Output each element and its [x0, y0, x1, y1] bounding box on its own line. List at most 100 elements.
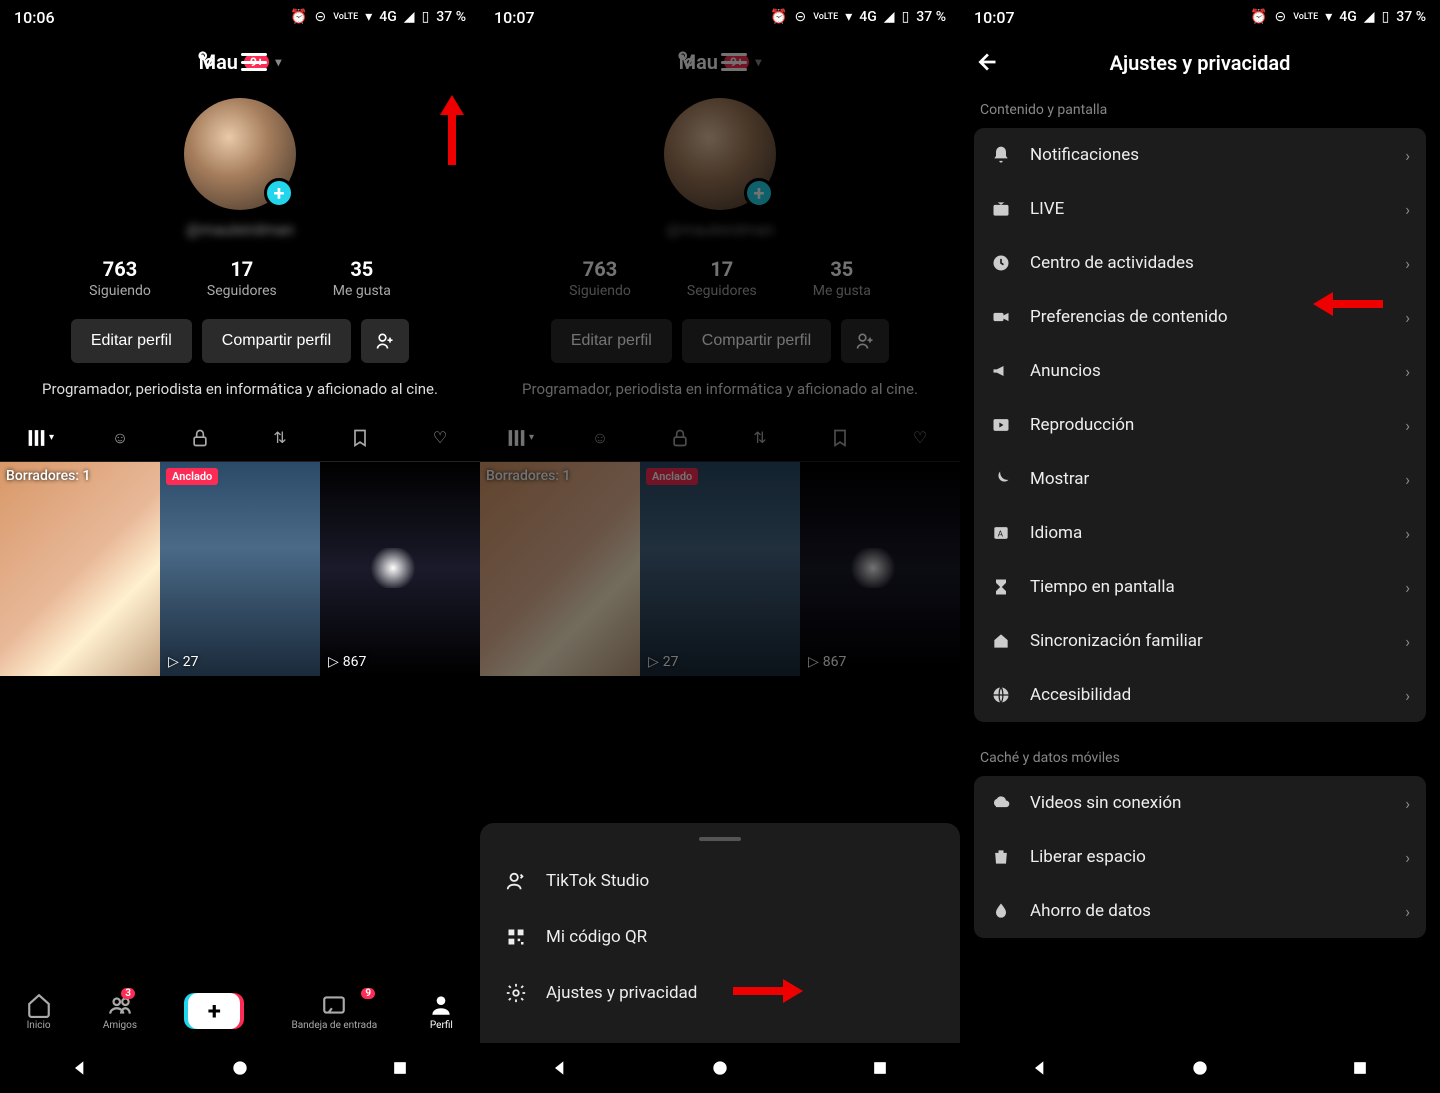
- video-grid: Borradores: 1 Anclado▷ 27 ▷ 867: [480, 462, 960, 676]
- video-item[interactable]: ▷ 867: [320, 462, 480, 676]
- video-item[interactable]: Anclado ▷ 27: [160, 462, 320, 676]
- nav-create[interactable]: +: [188, 993, 240, 1029]
- trash-icon: [990, 846, 1012, 868]
- stat-likes[interactable]: 35Me gusta: [813, 257, 871, 299]
- android-recent[interactable]: [390, 1058, 410, 1078]
- settings-group-content: Notificaciones › LIVE › Centro de activi…: [974, 128, 1426, 722]
- tab-bookmark-icon[interactable]: [346, 424, 374, 452]
- chevron-right-icon: ›: [1405, 848, 1410, 867]
- chevron-right-icon: ›: [1405, 308, 1410, 327]
- nav-inbox[interactable]: 9 Bandeja de entrada: [291, 992, 377, 1031]
- chevron-right-icon: ›: [1405, 254, 1410, 273]
- signal-icon: ◢: [884, 9, 895, 25]
- nav-friends[interactable]: 3 Amigos: [103, 992, 137, 1031]
- settings-row-freespace[interactable]: Liberar espacio ›: [974, 830, 1426, 884]
- stat-following[interactable]: 763Siguiendo: [569, 257, 631, 299]
- sheet-label: TikTok Studio: [546, 871, 649, 891]
- settings-row-offline[interactable]: Videos sin conexión ›: [974, 776, 1426, 830]
- clock-icon: [990, 252, 1012, 274]
- nav-profile[interactable]: Perfil: [428, 992, 454, 1031]
- share-profile-button[interactable]: Compartir perfil: [202, 319, 351, 363]
- video-drafts[interactable]: Borradores: 1: [0, 462, 160, 676]
- android-back[interactable]: [70, 1058, 90, 1078]
- android-home[interactable]: [1190, 1058, 1210, 1078]
- android-nav: [0, 1043, 480, 1093]
- tab-sticker-icon[interactable]: ☺: [586, 424, 614, 452]
- status-time: 10:06: [14, 8, 55, 27]
- edit-profile-button[interactable]: Editar perfil: [551, 319, 672, 363]
- settings-row-language[interactable]: A Idioma ›: [974, 506, 1426, 560]
- menu-button[interactable]: [721, 53, 747, 71]
- tab-grid[interactable]: ▾: [26, 424, 54, 452]
- inbox-icon: [321, 992, 347, 1018]
- tab-heart-icon[interactable]: ♡: [906, 424, 934, 452]
- avatar[interactable]: +: [184, 98, 296, 210]
- studio-icon: [504, 869, 528, 893]
- add-story-icon[interactable]: +: [264, 178, 294, 208]
- footprint-icon[interactable]: [673, 47, 699, 77]
- stat-following[interactable]: 763 Siguiendo: [89, 257, 151, 299]
- tab-sticker-icon[interactable]: ☺: [106, 424, 134, 452]
- avatar[interactable]: +: [664, 98, 776, 210]
- settings-row-ads[interactable]: Anuncios ›: [974, 344, 1426, 398]
- settings-row-display[interactable]: Mostrar ›: [974, 452, 1426, 506]
- username-handle: @mauleirdman: [186, 220, 294, 239]
- bottom-nav: Inicio 3 Amigos + 9 Bandeja de entrada P…: [0, 979, 480, 1043]
- settings-row-live[interactable]: LIVE ›: [974, 182, 1426, 236]
- volte-icon: VoLTE: [1293, 13, 1318, 22]
- back-button[interactable]: [976, 49, 1004, 77]
- network-icon: 4G: [1339, 9, 1357, 25]
- video-drafts[interactable]: Borradores: 1: [480, 462, 640, 676]
- sheet-item-studio[interactable]: TikTok Studio: [480, 853, 960, 909]
- sheet-handle[interactable]: [699, 837, 741, 841]
- tab-lock-icon[interactable]: [666, 424, 694, 452]
- add-friend-button[interactable]: [361, 319, 409, 363]
- stat-followers[interactable]: 17 Seguidores: [207, 257, 277, 299]
- settings-row-family[interactable]: Sincronización familiar ›: [974, 614, 1426, 668]
- android-recent[interactable]: [870, 1058, 890, 1078]
- android-home[interactable]: [710, 1058, 730, 1078]
- settings-row-accessibility[interactable]: Accesibilidad ›: [974, 668, 1426, 722]
- chevron-right-icon: ›: [1405, 146, 1410, 165]
- tab-repost-icon[interactable]: ⇅: [746, 424, 774, 452]
- settings-row-activity[interactable]: Centro de actividades ›: [974, 236, 1426, 290]
- profile-header: Mau 9+ ▾: [679, 34, 762, 90]
- tab-bookmark-icon[interactable]: [826, 424, 854, 452]
- footprint-icon[interactable]: [193, 47, 219, 77]
- language-icon: A: [990, 522, 1012, 544]
- battery-icon: ▯: [902, 9, 910, 25]
- wifi-icon: ▾: [365, 9, 372, 25]
- android-back[interactable]: [550, 1058, 570, 1078]
- chevron-right-icon: ›: [1405, 578, 1410, 597]
- android-recent[interactable]: [1350, 1058, 1370, 1078]
- share-profile-button[interactable]: Compartir perfil: [682, 319, 831, 363]
- video-item[interactable]: ▷ 867: [800, 462, 960, 676]
- add-friend-button[interactable]: [841, 319, 889, 363]
- android-home[interactable]: [230, 1058, 250, 1078]
- profile-header: Mau 9+ ▾: [199, 34, 282, 90]
- settings-row-content-prefs[interactable]: Preferencias de contenido ›: [974, 290, 1426, 344]
- profile-stats: 763 Siguiendo 17 Seguidores 35 Me gusta: [89, 257, 391, 299]
- tab-grid[interactable]: ▾: [506, 424, 534, 452]
- edit-profile-button[interactable]: Editar perfil: [71, 319, 192, 363]
- tab-repost-icon[interactable]: ⇅: [266, 424, 294, 452]
- video-item[interactable]: Anclado▷ 27: [640, 462, 800, 676]
- nav-home[interactable]: Inicio: [26, 992, 52, 1031]
- sheet-item-qr[interactable]: Mi código QR: [480, 909, 960, 965]
- settings-row-screentime[interactable]: Tiempo en pantalla ›: [974, 560, 1426, 614]
- add-story-icon[interactable]: +: [744, 178, 774, 208]
- settings-group-cache: Videos sin conexión › Liberar espacio › …: [974, 776, 1426, 938]
- menu-button[interactable]: [241, 53, 267, 71]
- settings-row-playback[interactable]: Reproducción ›: [974, 398, 1426, 452]
- stat-followers[interactable]: 17Seguidores: [687, 257, 757, 299]
- settings-row-notifications[interactable]: Notificaciones ›: [974, 128, 1426, 182]
- sheet-item-settings[interactable]: Ajustes y privacidad: [480, 965, 960, 1021]
- settings-row-datasaver[interactable]: Ahorro de datos ›: [974, 884, 1426, 938]
- status-right: ⏰ ⊝ VoLTE ▾ 4G ◢ ▯ 37 %: [770, 9, 946, 25]
- stat-likes[interactable]: 35 Me gusta: [333, 257, 391, 299]
- cloud-icon: [990, 792, 1012, 814]
- android-back[interactable]: [1030, 1058, 1050, 1078]
- alarm-icon: ⏰: [290, 9, 307, 25]
- tab-heart-icon[interactable]: ♡: [426, 424, 454, 452]
- tab-lock-icon[interactable]: [186, 424, 214, 452]
